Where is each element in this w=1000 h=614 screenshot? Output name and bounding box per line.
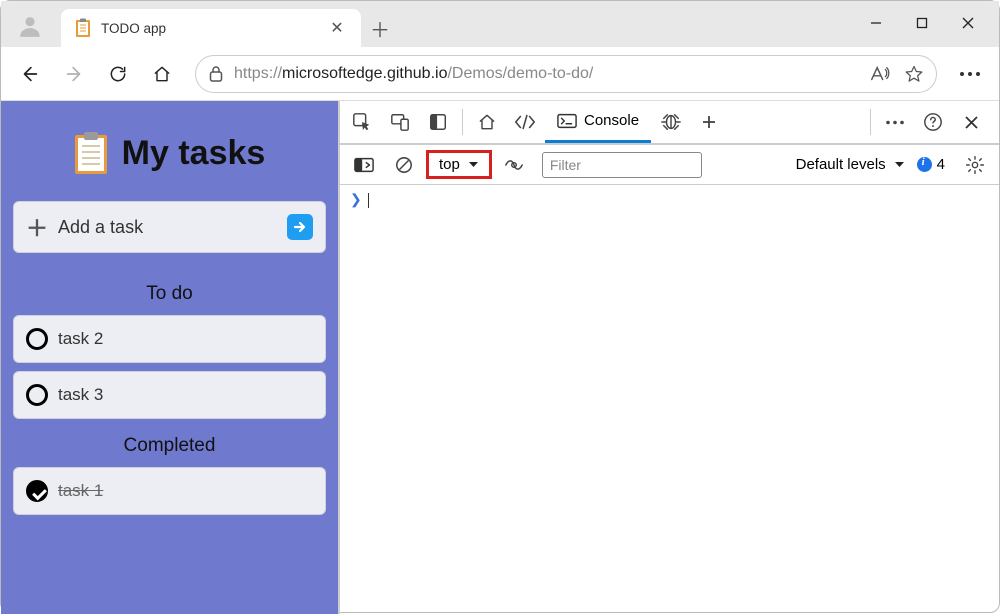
console-tab-label: Console <box>584 112 639 129</box>
task-item[interactable]: task 3 <box>13 371 326 419</box>
browser-tab[interactable]: TODO app ✕ <box>61 9 361 47</box>
devtools-tabbar: Console <box>340 101 999 145</box>
context-label: top <box>439 156 460 173</box>
issues-count: 4 <box>937 156 945 173</box>
filter-input[interactable]: Filter <box>542 152 702 178</box>
checked-icon[interactable] <box>26 480 48 502</box>
section-completed-header: Completed <box>13 435 326 457</box>
device-toggle-icon[interactable] <box>382 104 418 140</box>
task-item[interactable]: task 1 <box>13 467 326 515</box>
read-aloud-icon[interactable] <box>868 64 890 84</box>
context-selector[interactable]: top <box>426 150 492 179</box>
maximize-button[interactable] <box>899 5 945 41</box>
profile-avatar[interactable] <box>13 9 47 43</box>
minimize-button[interactable] <box>853 5 899 41</box>
toggle-sidebar-button[interactable] <box>346 147 382 183</box>
lock-icon <box>208 65 224 83</box>
more-button[interactable] <box>951 55 989 93</box>
address-bar[interactable]: https://microsoftedge.github.io/Demos/de… <box>195 55 937 93</box>
browser-toolbar: https://microsoftedge.github.io/Demos/de… <box>1 47 999 101</box>
url-text: https://microsoftedge.github.io/Demos/de… <box>234 65 593 83</box>
log-levels-selector[interactable]: Default levels <box>796 156 905 173</box>
text-cursor <box>368 193 369 208</box>
plus-icon: ＋ <box>26 211 48 243</box>
close-devtools-button[interactable] <box>953 104 989 140</box>
app-title: My tasks <box>122 134 266 173</box>
console-output[interactable]: ❯ <box>340 185 999 614</box>
task-name: task 1 <box>58 481 103 501</box>
devtools-more-button[interactable] <box>877 104 913 140</box>
back-button[interactable] <box>11 55 49 93</box>
window-titlebar: TODO app ✕ ＋ <box>1 1 999 47</box>
sources-tab-icon[interactable] <box>653 104 689 140</box>
prompt-chevron-icon: ❯ <box>350 191 362 207</box>
close-tab-button[interactable]: ✕ <box>327 18 347 38</box>
console-toolbar: top Filter Default levels 4 <box>340 145 999 185</box>
app-header: My tasks <box>13 113 326 201</box>
levels-label: Default levels <box>796 156 886 173</box>
unchecked-icon[interactable] <box>26 384 48 406</box>
console-settings-button[interactable] <box>957 147 993 183</box>
close-window-button[interactable] <box>945 5 991 41</box>
tab-title: TODO app <box>101 21 317 36</box>
refresh-button[interactable] <box>99 55 137 93</box>
window-controls <box>853 5 991 41</box>
info-icon <box>917 157 932 172</box>
submit-task-button[interactable] <box>287 214 313 240</box>
clipboard-icon <box>74 131 108 175</box>
home-button[interactable] <box>143 55 181 93</box>
clear-console-button[interactable] <box>386 147 422 183</box>
todo-app: My tasks ＋ Add a task To do task 2 task … <box>1 101 338 614</box>
console-icon <box>557 113 577 129</box>
section-todo-header: To do <box>13 283 326 305</box>
console-tab[interactable]: Console <box>545 101 651 143</box>
inspect-icon[interactable] <box>344 104 380 140</box>
live-expression-button[interactable] <box>496 147 532 183</box>
devtools-panel: Console top Filter Default levels <box>338 101 999 614</box>
chevron-down-icon <box>468 161 479 168</box>
elements-tab-icon[interactable] <box>507 104 543 140</box>
task-item[interactable]: task 2 <box>13 315 326 363</box>
favorite-icon[interactable] <box>904 64 924 84</box>
unchecked-icon[interactable] <box>26 328 48 350</box>
forward-button <box>55 55 93 93</box>
help-button[interactable] <box>915 104 951 140</box>
dock-side-icon[interactable] <box>420 104 456 140</box>
add-task-row[interactable]: ＋ Add a task <box>13 201 326 253</box>
task-name: task 3 <box>58 385 103 405</box>
add-task-placeholder: Add a task <box>58 217 277 238</box>
clipboard-icon <box>75 18 91 38</box>
task-name: task 2 <box>58 329 103 349</box>
more-tabs-button[interactable] <box>691 104 727 140</box>
new-tab-button[interactable]: ＋ <box>361 9 399 47</box>
issues-badge[interactable]: 4 <box>917 156 945 173</box>
chevron-down-icon <box>894 161 905 168</box>
welcome-tab-icon[interactable] <box>469 104 505 140</box>
